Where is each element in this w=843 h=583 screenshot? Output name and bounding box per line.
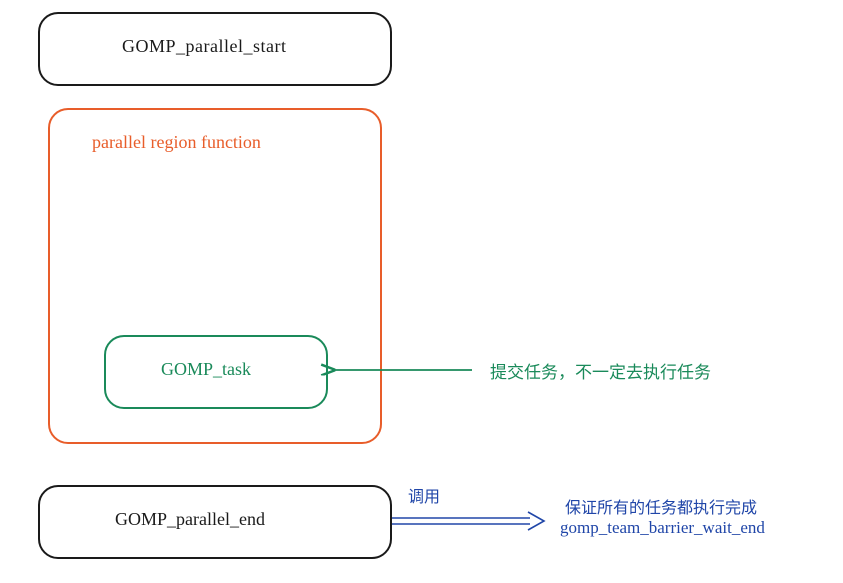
box-parallel-end: GOMP_parallel_end [38,485,392,559]
label-parallel-end: GOMP_parallel_end [115,509,265,530]
label-gomp-task: GOMP_task [161,359,251,380]
annotation-task-note: 提交任务，不一定去执行任务 [490,358,711,383]
arrow-task-note [326,360,476,380]
annotation-call-label: 调用 [408,483,440,507]
annotation-barrier-note: 保证所有的任务都执行完成 [565,494,757,518]
label-parallel-start: GOMP_parallel_start [122,36,286,57]
label-region-function: parallel region function [92,132,261,153]
box-gomp-task: GOMP_task [104,335,328,409]
box-parallel-region: parallel region function GOMP_task [48,108,382,444]
box-parallel-start: GOMP_parallel_start [38,12,392,86]
arrow-call-barrier [390,512,550,534]
annotation-barrier-func: gomp_team_barrier_wait_end [560,518,765,538]
